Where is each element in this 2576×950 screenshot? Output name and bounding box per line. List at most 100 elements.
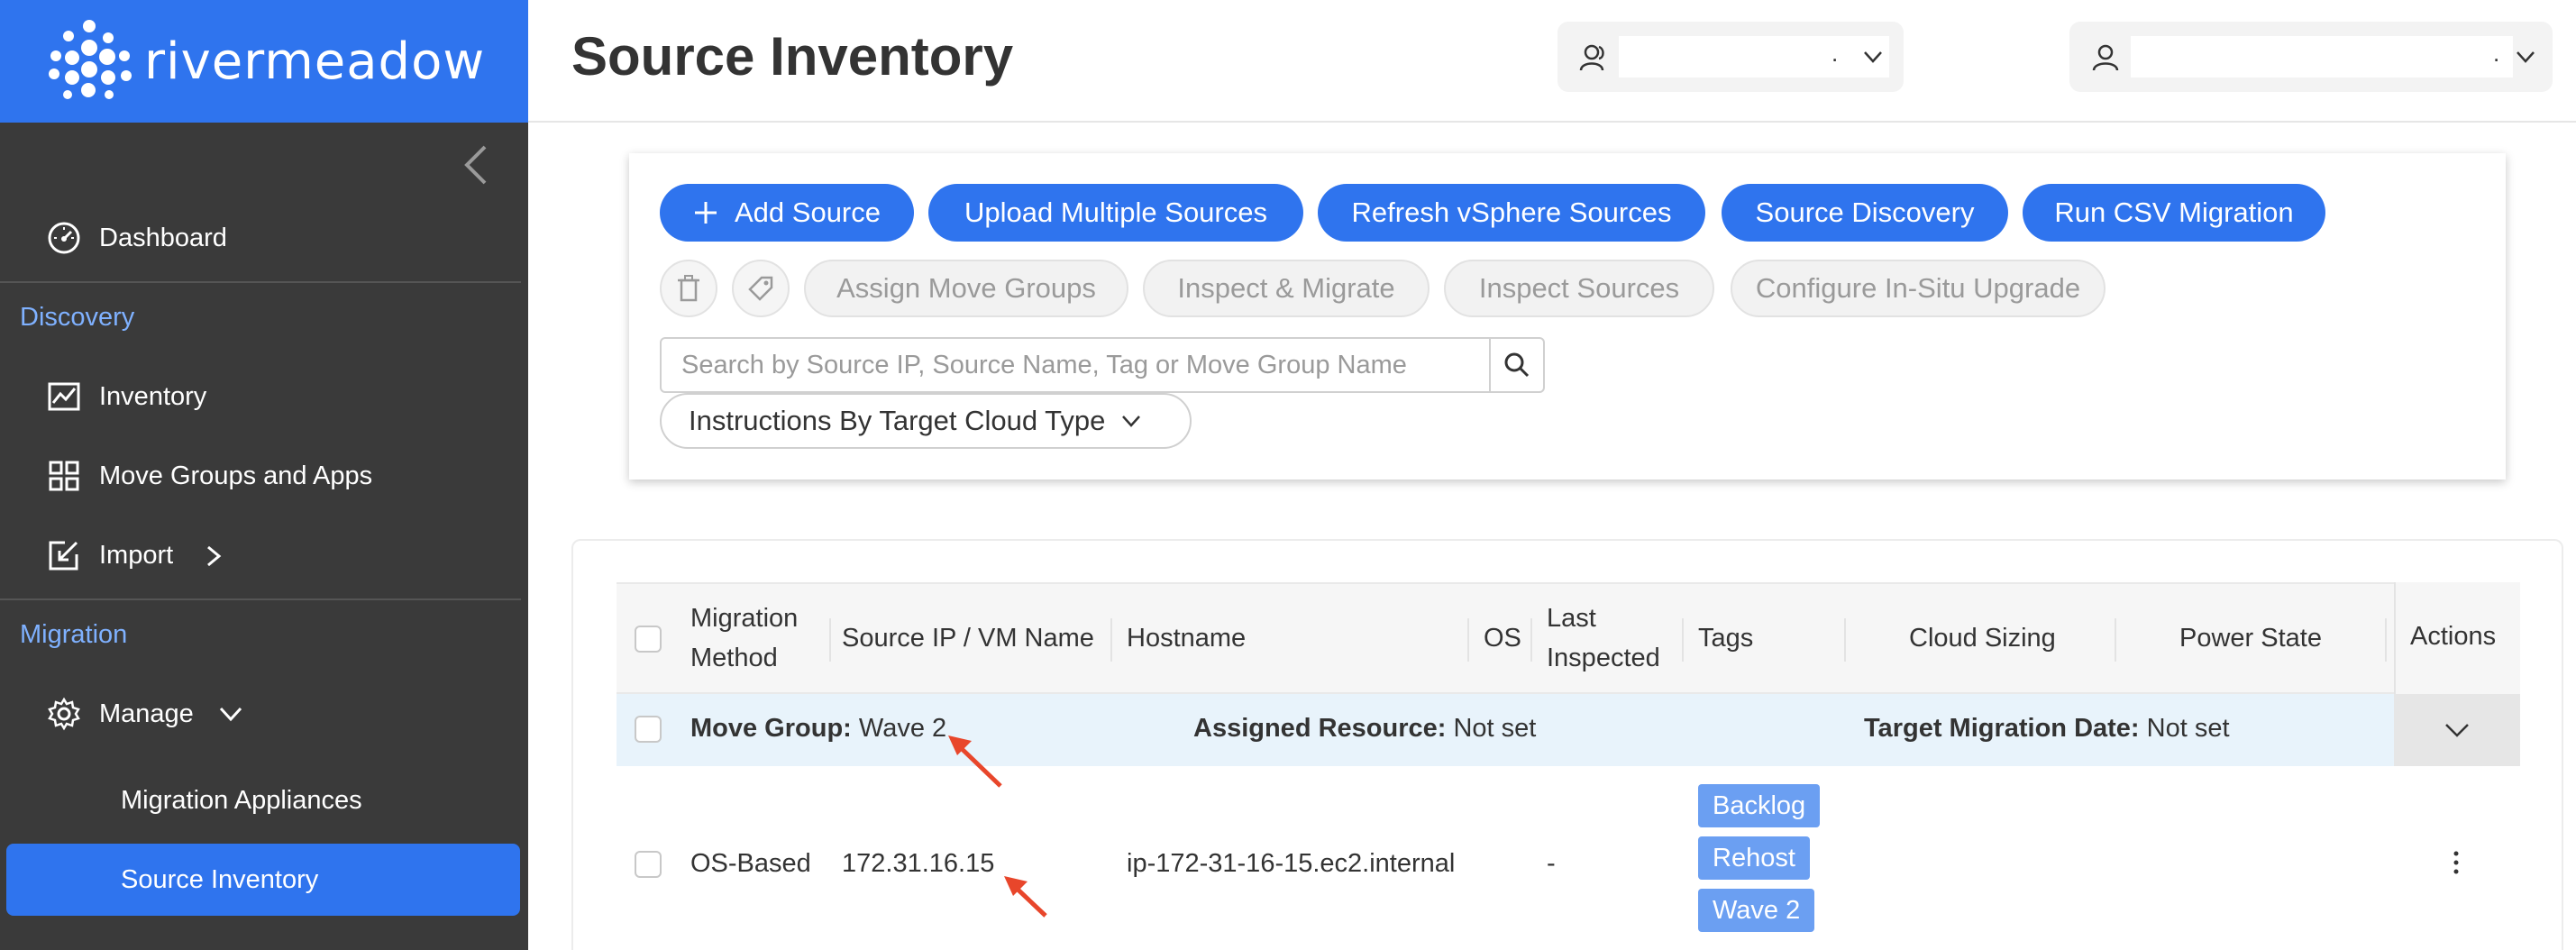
header-source-ip[interactable]: Source IP / VM Name <box>842 618 1094 658</box>
table-header: Migration Method Source IP / VM Name Hos… <box>617 582 2520 694</box>
sidebar-item-label: Dashboard <box>99 223 227 252</box>
header-migration-method[interactable]: Migration Method <box>690 598 798 678</box>
user-selector-field <box>2131 36 2513 78</box>
annotation-arrow-icon <box>1004 876 1047 918</box>
search-icon <box>1504 352 1530 378</box>
cell-hostname: ip-172-31-16-15.ec2.internal <box>1127 849 1456 878</box>
divider <box>0 281 521 283</box>
column-separator <box>2115 618 2116 662</box>
sidebar-item-label: Import <box>99 540 174 570</box>
header-tags[interactable]: Tags <box>1698 618 1753 658</box>
refresh-vsphere-sources-button[interactable]: Refresh vSphere Sources <box>1318 184 1705 242</box>
brand-name: rivermeadow <box>144 32 486 91</box>
sidebar: rivermeadow Dashboard Discovery Inventor… <box>0 0 528 950</box>
source-discovery-button[interactable]: Source Discovery <box>1722 184 2008 242</box>
group-expand-toggle[interactable] <box>2394 694 2520 766</box>
header-actions: Actions <box>2410 622 2497 651</box>
column-separator <box>1110 618 1112 662</box>
column-separator <box>1467 618 1469 662</box>
sidebar-item-import[interactable]: Import <box>0 519 528 591</box>
tag-badge: Wave 2 <box>1698 889 1815 932</box>
project-selector[interactable]: . <box>1557 22 1904 92</box>
group-checkbox[interactable] <box>635 716 662 743</box>
chevron-down-icon <box>2517 51 2535 63</box>
column-separator <box>1844 618 1846 662</box>
tag-badge: Backlog <box>1698 784 1821 827</box>
assign-move-groups-button[interactable]: Assign Move Groups <box>804 260 1128 317</box>
upload-multiple-sources-button[interactable]: Upload Multiple Sources <box>928 184 1303 242</box>
target-date-cell: Target Migration Date: Not set <box>1864 714 2230 744</box>
move-group-value: Wave 2 <box>858 714 947 743</box>
annotation-arrow-icon <box>948 735 1002 788</box>
chevron-left-icon[interactable] <box>458 142 494 187</box>
header-text: Last <box>1547 604 1596 633</box>
selector-trailing: . <box>1832 40 1839 67</box>
section-migration: Migration <box>20 620 128 649</box>
plus-icon <box>695 202 717 224</box>
user-selector[interactable]: . <box>2069 22 2553 92</box>
page-title: Source Inventory <box>571 26 1014 87</box>
sidebar-item-label: Manage <box>99 699 194 728</box>
search-input[interactable] <box>660 337 1491 393</box>
gear-icon <box>48 697 80 731</box>
header-text: Inspected <box>1547 644 1660 672</box>
target-date-value: Not set <box>2146 714 2230 743</box>
header-os[interactable]: OS <box>1484 618 1521 658</box>
kebab-icon[interactable] <box>2450 849 2462 876</box>
brand-bar: rivermeadow <box>0 0 528 123</box>
header-text: Migration <box>690 604 799 633</box>
target-date-label: Target Migration Date: <box>1864 714 2140 743</box>
sidebar-item-migration-appliances[interactable]: Migration Appliances <box>121 786 362 816</box>
header-last-inspected[interactable]: Last Inspected <box>1547 598 1660 678</box>
row-checkbox[interactable] <box>635 851 662 878</box>
delete-button[interactable] <box>660 260 717 317</box>
grid-icon <box>49 461 79 491</box>
sidebar-item-dashboard[interactable]: Dashboard <box>0 202 528 274</box>
chevron-down-icon <box>219 707 242 722</box>
import-icon <box>49 541 78 571</box>
chevron-down-icon <box>1122 416 1141 427</box>
sidebar-item-label: Move Groups and Apps <box>99 461 373 490</box>
instructions-dropdown[interactable]: Instructions By Target Cloud Type <box>660 393 1192 449</box>
tag-button[interactable] <box>732 260 790 317</box>
cell-source-ip: 172.31.16.15 <box>842 849 995 878</box>
sidebar-item-move-groups[interactable]: Move Groups and Apps <box>0 440 528 512</box>
header: Source Inventory . . <box>528 0 2576 123</box>
column-separator <box>1530 618 1532 662</box>
sidebar-item-label: Source Inventory <box>121 865 319 894</box>
configure-in-situ-upgrade-button[interactable]: Configure In-Situ Upgrade <box>1731 260 2106 317</box>
cell-os: - <box>1547 849 1556 878</box>
assigned-resource-value: Not set <box>1453 714 1537 743</box>
assigned-resource-label: Assigned Resource: <box>1193 714 1447 743</box>
search-button[interactable] <box>1489 337 1545 393</box>
inspect-migrate-button[interactable]: Inspect & Migrate <box>1143 260 1430 317</box>
move-group-row[interactable]: Move Group: Wave 2 Assigned Resource: No… <box>617 694 2520 766</box>
trash-icon <box>678 275 699 302</box>
sidebar-item-label: Inventory <box>99 381 207 411</box>
column-separator <box>2385 618 2387 662</box>
move-group-label: Move Group: <box>690 714 852 743</box>
rivermeadow-logo-icon <box>47 18 133 105</box>
run-csv-migration-button[interactable]: Run CSV Migration <box>2023 184 2325 242</box>
select-all-checkbox[interactable] <box>635 626 662 653</box>
gauge-icon <box>48 222 80 254</box>
add-source-button[interactable]: Add Source <box>660 184 914 242</box>
header-cloud-sizing[interactable]: Cloud Sizing <box>1909 618 2056 658</box>
section-discovery: Discovery <box>20 303 135 332</box>
column-separator <box>829 618 831 662</box>
tag-icon <box>748 276 773 301</box>
header-hostname[interactable]: Hostname <box>1127 618 1246 658</box>
divider <box>0 598 521 600</box>
chevron-right-icon <box>207 545 222 567</box>
toolbar-card: Add Source Upload Multiple Sources Refre… <box>629 153 2506 480</box>
sidebar-item-manage[interactable]: Manage <box>0 678 528 750</box>
table-row[interactable]: OS-Based 172.31.16.15 ip-172-31-16-15.ec… <box>617 766 2520 950</box>
chevron-down-icon <box>1864 51 1882 63</box>
instructions-label: Instructions By Target Cloud Type <box>689 405 1106 436</box>
header-power-state[interactable]: Power State <box>2179 618 2322 658</box>
button-label: Add Source <box>735 196 881 228</box>
column-separator <box>1682 618 1684 662</box>
sidebar-item-inventory[interactable]: Inventory <box>0 361 528 433</box>
header-text: Method <box>690 644 778 672</box>
inspect-sources-button[interactable]: Inspect Sources <box>1444 260 1714 317</box>
